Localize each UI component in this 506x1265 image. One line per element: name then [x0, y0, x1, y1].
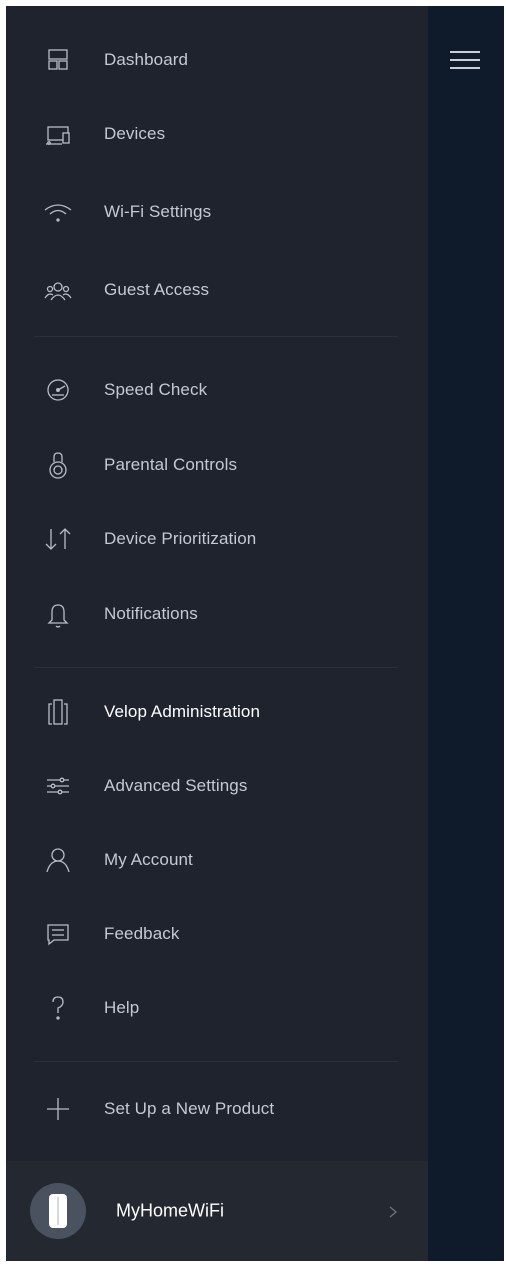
- guest-access-icon: [42, 274, 74, 306]
- dashboard-icon: [42, 44, 74, 76]
- velop-nodes-icon: [42, 696, 74, 728]
- app-frame: Dashboard Devices Wi-Fi Settings Guest A…: [6, 6, 504, 1261]
- user-icon: [42, 844, 74, 876]
- menu-item-label: My Account: [104, 850, 193, 869]
- menu-item-label: Dashboard: [104, 50, 189, 69]
- chevron-right-icon: [386, 1201, 400, 1223]
- menu-item-label: Feedback: [104, 924, 180, 943]
- menu-divider: [34, 1061, 398, 1062]
- menu-item-label: Advanced Settings: [104, 776, 248, 795]
- menu-item-label: Device Prioritization: [104, 529, 257, 548]
- velop-node-icon: [30, 1183, 86, 1239]
- devices-icon: [42, 118, 74, 150]
- menu-item-feedback[interactable]: Feedback: [6, 904, 428, 964]
- menu-item-help[interactable]: Help: [6, 978, 428, 1038]
- menu-item-dashboard[interactable]: Dashboard: [6, 30, 428, 90]
- menu-item-label: Help: [104, 998, 140, 1017]
- menu-item-advanced-settings[interactable]: Advanced Settings: [6, 756, 428, 816]
- main-content-panel: [428, 6, 504, 1261]
- menu-item-guest-access[interactable]: Guest Access: [6, 260, 428, 320]
- padlock-icon: [42, 449, 74, 481]
- menu-item-label: Set Up a New Product: [104, 1099, 275, 1118]
- wifi-icon: [42, 196, 74, 228]
- help-icon: [42, 992, 74, 1024]
- menu-item-label: Guest Access: [104, 280, 210, 299]
- menu-divider: [34, 336, 398, 337]
- menu-item-label: Speed Check: [104, 380, 208, 399]
- menu-item-device-prioritization[interactable]: Device Prioritization: [6, 509, 428, 569]
- network-name: MyHomeWiFi: [116, 1200, 224, 1221]
- navigation-menu: Dashboard Devices Wi-Fi Settings Guest A…: [6, 6, 428, 1261]
- menu-item-velop-administration[interactable]: Velop Administration: [6, 682, 428, 742]
- menu-item-wifi-settings[interactable]: Wi-Fi Settings: [6, 182, 428, 242]
- plus-icon: [42, 1093, 74, 1125]
- priority-arrows-icon: [42, 523, 74, 555]
- sliders-icon: [42, 770, 74, 802]
- menu-item-my-account[interactable]: My Account: [6, 830, 428, 890]
- menu-item-label: Devices: [104, 124, 166, 143]
- feedback-icon: [42, 918, 74, 950]
- menu-item-parental-controls[interactable]: Parental Controls: [6, 435, 428, 495]
- menu-item-label: Parental Controls: [104, 455, 238, 474]
- menu-item-devices[interactable]: Devices: [6, 104, 428, 164]
- bell-icon: [42, 598, 74, 630]
- hamburger-menu-icon[interactable]: [450, 48, 480, 70]
- menu-item-label: Notifications: [104, 604, 198, 623]
- menu-item-notifications[interactable]: Notifications: [6, 584, 428, 644]
- menu-item-set-up-new-product[interactable]: Set Up a New Product: [6, 1079, 428, 1139]
- menu-item-label: Wi-Fi Settings: [104, 202, 212, 221]
- network-selector[interactable]: MyHomeWiFi: [6, 1161, 428, 1261]
- menu-divider: [34, 667, 398, 668]
- menu-item-label: Velop Administration: [104, 702, 261, 721]
- menu-item-speed-check[interactable]: Speed Check: [6, 360, 428, 420]
- speedometer-icon: [42, 374, 74, 406]
